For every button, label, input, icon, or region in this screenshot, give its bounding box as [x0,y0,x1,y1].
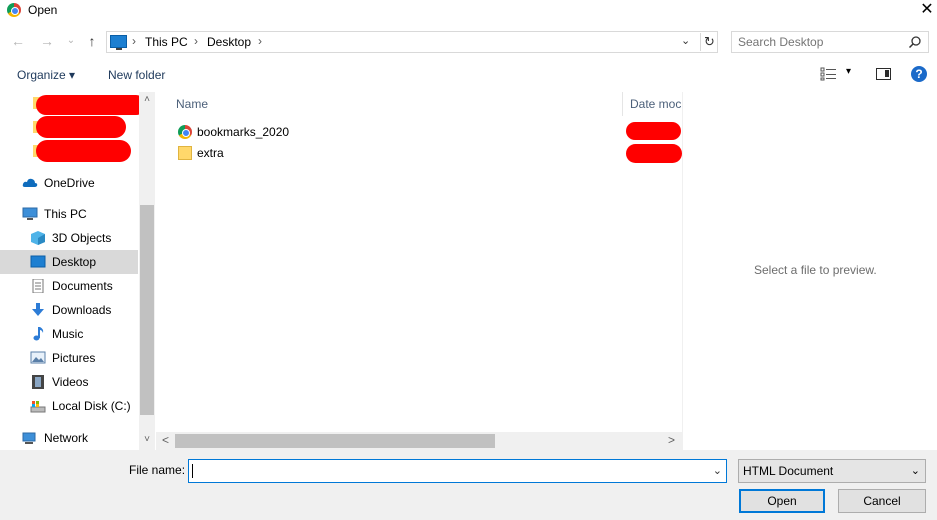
picture-icon [30,351,46,364]
search-icon[interactable] [908,35,922,49]
sidebar-item-pictures[interactable]: Pictures [0,346,138,370]
file-name-label: File name: [129,463,186,477]
view-options-icon[interactable] [820,67,838,81]
sidebar-item-local-disk[interactable]: Local Disk (C:) [0,394,138,418]
preview-pane: Select a file to preview. [682,92,937,450]
breadcrumb-separator: › [194,34,198,48]
redaction-mark [36,95,146,115]
sidebar-item-onedrive[interactable]: OneDrive [0,171,138,195]
command-bar: Organize ▾ New folder [0,61,937,91]
organize-button[interactable]: Organize ▾ [17,68,75,82]
scrollbar-thumb[interactable] [140,205,154,415]
drive-icon [30,401,46,413]
preview-pane-icon[interactable] [876,68,891,80]
sidebar-item-label: Music [52,327,84,341]
breadcrumb-separator: › [132,34,136,48]
cancel-button[interactable]: Cancel [838,489,926,513]
search-box[interactable] [731,31,929,53]
file-name: extra [197,146,224,160]
search-input[interactable] [732,32,902,52]
sidebar-item-documents[interactable]: Documents [0,274,138,298]
preview-message: Select a file to preview. [754,263,877,277]
new-folder-button[interactable]: New folder [108,68,165,82]
file-row[interactable]: extra [174,143,624,163]
computer-icon [22,207,38,220]
address-bar[interactable]: › This PC › Desktop › ⌄ ↻ [106,31,718,53]
redaction-mark [36,116,126,138]
sidebar-item-label: Network [44,431,89,445]
column-header-date[interactable]: Date moc [630,97,681,111]
scrollbar-thumb[interactable] [175,434,495,448]
scroll-right-icon[interactable]: > [668,433,675,447]
sidebar-item-network[interactable]: Network [0,426,138,450]
sidebar-item-videos[interactable]: Videos [0,370,138,394]
view-dropdown-icon[interactable]: ▾ [846,66,851,77]
dialog-footer: File name: ⌄ HTML Document ⌄ Open Cancel [0,450,937,520]
navigation-bar: ← → ⌄ ↑ › This PC › Desktop › ⌄ ↻ [0,28,937,56]
file-list: Name Date moc bookmarks_2020 extra [156,92,682,450]
redaction-mark [36,140,131,162]
scroll-down-icon[interactable]: ˅ [139,434,155,445]
sidebar-item-label: Videos [52,375,89,389]
open-button[interactable]: Open [739,489,825,513]
breadcrumb-desktop[interactable]: Desktop [207,35,251,49]
folder-icon [178,146,192,160]
column-divider[interactable] [622,92,623,116]
music-note-icon [33,327,44,341]
sidebar-item-downloads[interactable]: Downloads [0,298,138,322]
file-name: bookmarks_2020 [197,125,290,139]
column-header-name[interactable]: Name [176,97,208,111]
document-icon [32,279,44,293]
sidebar-item-3d-objects[interactable]: 3D Objects [0,226,138,250]
back-arrow-icon[interactable]: ← [10,33,26,49]
forward-arrow-icon[interactable]: → [39,33,55,49]
sidebar-item-music[interactable]: Music [0,322,138,346]
sidebar-scrollbar[interactable]: ˄ ˅ [139,92,155,450]
text-cursor [192,464,193,478]
chevron-down-icon[interactable]: ⌄ [681,34,690,47]
navigation-pane: OneDrive This PC 3D Objects Desktop Docu… [0,92,155,450]
window-title: Open [28,3,58,17]
redaction-mark [626,144,682,163]
file-type-select[interactable]: HTML Document ⌄ [738,459,926,483]
desktop-icon [30,255,46,268]
recent-locations-icon[interactable]: ⌄ [63,33,79,49]
film-icon [32,375,44,389]
computer-icon [110,35,127,50]
file-row[interactable]: bookmarks_2020 [174,122,624,142]
scroll-left-icon[interactable]: < [162,433,169,447]
file-type-value: HTML Document [743,464,834,478]
chevron-down-icon[interactable]: ⌄ [713,464,722,477]
network-icon [22,432,36,444]
scroll-up-icon[interactable]: ˄ [139,94,155,105]
close-icon[interactable]: ✕ [917,0,937,20]
sidebar-item-label: Pictures [52,351,96,365]
file-name-field[interactable]: ⌄ [188,459,727,483]
breadcrumb-this-pc[interactable]: This PC [145,35,188,49]
chrome-icon [7,3,21,17]
breadcrumb-separator[interactable]: › [258,34,262,48]
sidebar-item-label: 3D Objects [52,231,112,245]
sidebar-item-desktop[interactable]: Desktop [0,250,138,274]
sidebar-item-label: OneDrive [44,176,95,190]
download-arrow-icon [32,303,44,316]
sidebar-item-label: This PC [44,207,87,221]
sidebar-item-label: Desktop [52,255,97,269]
cube-icon [31,231,45,245]
cloud-icon [22,178,38,187]
file-name-input[interactable] [189,460,704,482]
sidebar-item-label: Downloads [52,303,112,317]
title-bar: Open ✕ [0,0,937,20]
sidebar-item-label: Documents [52,279,113,293]
sidebar-item-this-pc[interactable]: This PC [0,202,138,226]
file-list-scrollbar[interactable]: < > [156,432,682,450]
chrome-icon [178,125,192,139]
sidebar-item-label: Local Disk (C:) [52,399,131,413]
up-arrow-icon[interactable]: ↑ [84,33,100,49]
refresh-icon[interactable]: ↻ [700,33,718,51]
chevron-down-icon: ⌄ [910,465,920,477]
redaction-mark [626,122,681,140]
help-icon[interactable]: ? [911,66,927,82]
